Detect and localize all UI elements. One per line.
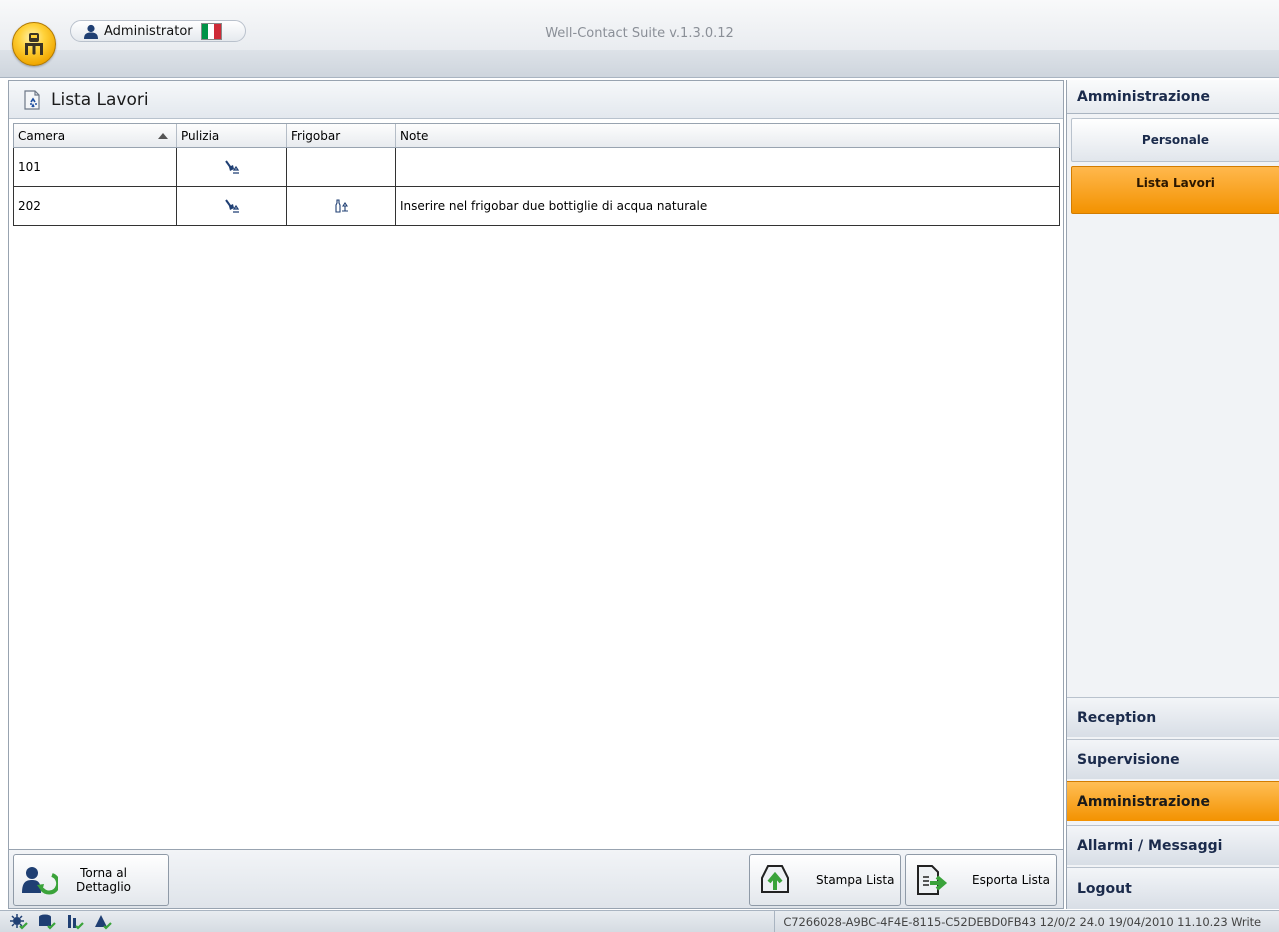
network-status-icon bbox=[10, 914, 28, 930]
button-bar: Torna al Dettaglio Stampa Lista Esporta … bbox=[9, 849, 1063, 908]
panel-header: Lista Lavori bbox=[9, 81, 1063, 119]
column-label: Pulizia bbox=[181, 128, 220, 143]
export-document-icon bbox=[917, 865, 948, 895]
nav-item-label: Personale bbox=[1141, 133, 1210, 147]
cell-note: Inserire nel frigobar due bottiglie di a… bbox=[400, 199, 708, 213]
cell-pulizia bbox=[177, 187, 287, 225]
column-header-camera[interactable]: Camera bbox=[14, 124, 177, 147]
sort-ascending-icon bbox=[158, 133, 168, 139]
print-upload-icon bbox=[761, 865, 789, 893]
print-button-label: Stampa Lista bbox=[816, 873, 895, 887]
nav-section-allarmi-messaggi[interactable]: Allarmi / Messaggi bbox=[1067, 825, 1279, 865]
app-title: Well-Contact Suite v.1.3.0.12 bbox=[545, 26, 734, 41]
nav-section-header: Amministrazione bbox=[1067, 80, 1279, 114]
nav-section-reception[interactable]: Reception bbox=[1067, 697, 1279, 737]
export-list-button[interactable]: Esporta Lista bbox=[905, 854, 1057, 906]
nav-section-logout[interactable]: Logout bbox=[1067, 867, 1279, 909]
back-button-label: Torna al Dettaglio bbox=[76, 866, 131, 894]
table-row[interactable]: 202 Inserire nel frigobar due bottiglie … bbox=[13, 187, 1060, 226]
building-keys-icon[interactable] bbox=[12, 22, 56, 66]
cell-frigobar bbox=[287, 187, 396, 225]
column-label: Note bbox=[400, 128, 429, 143]
nav-item-personale[interactable]: Personale bbox=[1071, 118, 1279, 162]
bus-status-icon bbox=[68, 915, 84, 930]
column-label: Frigobar bbox=[291, 128, 341, 143]
work-list-icon bbox=[24, 89, 40, 110]
status-icons bbox=[10, 914, 112, 930]
back-to-detail-button[interactable]: Torna al Dettaglio bbox=[13, 854, 169, 906]
cell-camera: 101 bbox=[14, 148, 177, 186]
cleaning-icon bbox=[224, 199, 239, 213]
cell-frigobar bbox=[287, 148, 396, 186]
print-list-button[interactable]: Stampa Lista bbox=[749, 854, 901, 906]
nav-section-label: Amministrazione bbox=[1077, 793, 1210, 810]
nav-section-label: Allarmi / Messaggi bbox=[1077, 837, 1223, 854]
nav-section-amministrazione[interactable]: Amministrazione bbox=[1067, 781, 1279, 821]
nav-item-label: Lista Lavori bbox=[1136, 176, 1215, 190]
nav-section-supervisione[interactable]: Supervisione bbox=[1067, 739, 1279, 779]
column-header-frigobar[interactable]: Frigobar bbox=[287, 124, 396, 147]
back-user-icon bbox=[22, 867, 58, 895]
cell-camera: 202 bbox=[14, 187, 177, 225]
table-header: Camera Pulizia Frigobar Note bbox=[13, 123, 1060, 148]
right-navigation: Amministrazione Personale Lista Lavori R… bbox=[1066, 80, 1279, 909]
status-info-text: C7266028-A9BC-4F4E-8115-C52DEBD0FB43 12/… bbox=[774, 911, 1279, 932]
cleaning-icon bbox=[224, 160, 239, 174]
column-header-pulizia[interactable]: Pulizia bbox=[177, 124, 287, 147]
title-bar: Administrator Well-Contact Suite v.1.3.0… bbox=[0, 0, 1279, 50]
nav-section-label: Logout bbox=[1077, 880, 1132, 897]
work-list-table: Camera Pulizia Frigobar Note 101 202 Ins… bbox=[13, 123, 1060, 227]
table-row[interactable]: 101 bbox=[13, 148, 1060, 187]
main-panel: Lista Lavori Camera Pulizia Frigobar Not… bbox=[8, 80, 1064, 909]
nav-section-label: Reception bbox=[1077, 709, 1157, 726]
column-label: Camera bbox=[18, 128, 66, 143]
column-header-note[interactable]: Note bbox=[396, 124, 1059, 147]
nav-section-label: Supervisione bbox=[1077, 751, 1180, 768]
export-button-label: Esporta Lista bbox=[972, 873, 1050, 887]
database-status-icon bbox=[39, 914, 56, 930]
back-label-line-1: Torna al bbox=[80, 866, 127, 880]
back-label-line-2: Dettaglio bbox=[76, 880, 132, 894]
cell-pulizia bbox=[177, 148, 287, 186]
ribbon-strip bbox=[0, 50, 1279, 78]
page-title: Lista Lavori bbox=[51, 89, 149, 110]
service-status-icon bbox=[95, 915, 112, 930]
nav-item-lista-lavori[interactable]: Lista Lavori bbox=[1071, 166, 1279, 214]
status-bar: C7266028-A9BC-4F4E-8115-C52DEBD0FB43 12/… bbox=[0, 910, 1279, 932]
minibar-icon bbox=[335, 199, 348, 213]
cell-note bbox=[396, 148, 1059, 186]
